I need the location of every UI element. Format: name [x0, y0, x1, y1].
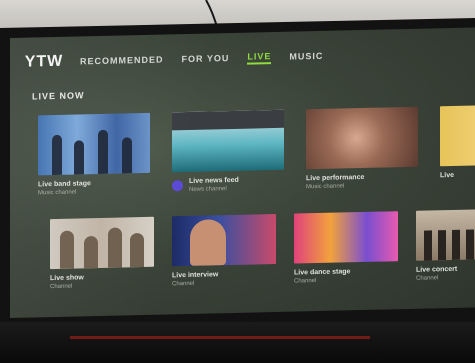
video-thumbnail[interactable] — [416, 208, 475, 261]
channel-name: Channel — [172, 280, 195, 288]
video-title: Live show — [50, 274, 84, 283]
video-card[interactable]: Live — [440, 103, 475, 188]
video-thumbnail[interactable] — [172, 109, 284, 173]
video-card[interactable]: Live interview Channel — [172, 213, 276, 288]
video-thumbnail[interactable] — [306, 106, 418, 170]
video-title: Live concert — [416, 265, 458, 274]
tab-for-you[interactable]: FOR YOU — [182, 53, 230, 64]
nav-tabs: RECOMMENDED FOR YOU LIVE MUSIC — [80, 49, 341, 68]
video-thumbnail[interactable] — [38, 112, 150, 176]
video-title: Live dance stage — [294, 268, 351, 277]
red-light-strip — [70, 336, 370, 339]
video-card[interactable]: Live performance Music channel — [306, 106, 418, 191]
video-card[interactable]: Live dance stage Channel — [294, 211, 398, 285]
video-title: Live band stage — [38, 180, 91, 189]
channel-name: Music channel — [38, 189, 77, 197]
section-title: LIVE NOW — [32, 90, 85, 102]
video-thumbnail[interactable] — [294, 211, 398, 264]
video-title: Live — [440, 171, 455, 180]
channel-avatar — [172, 180, 183, 192]
tv-stand — [0, 322, 475, 363]
video-thumbnail[interactable] — [172, 213, 276, 267]
video-card[interactable]: Live band stage Music channel — [38, 112, 150, 197]
tab-recommended[interactable]: RECOMMENDED — [80, 55, 164, 67]
video-card[interactable]: Live news feed News channel — [172, 109, 284, 194]
tv-screen: YTW RECOMMENDED FOR YOU LIVE MUSIC LIVE … — [10, 27, 475, 319]
channel-name: Channel — [416, 275, 439, 282]
video-card[interactable]: Live show Channel — [50, 216, 154, 291]
tab-music[interactable]: MUSIC — [289, 51, 323, 62]
video-row: Live show Channel Live interview Channel… — [50, 208, 475, 290]
channel-name: News channel — [189, 186, 227, 193]
video-title: Live news feed — [189, 176, 239, 185]
channel-name: Channel — [50, 283, 73, 291]
channel-name: Music channel — [306, 183, 345, 191]
video-title: Live performance — [306, 173, 365, 183]
video-card[interactable]: Live concert Channel — [416, 208, 475, 282]
channel-name: Channel — [294, 278, 317, 285]
video-title: Live interview — [172, 271, 219, 280]
app-logo[interactable]: YTW — [24, 51, 64, 74]
video-thumbnail[interactable] — [50, 216, 154, 270]
top-nav: YTW RECOMMENDED FOR YOU LIVE MUSIC — [24, 44, 341, 73]
video-row: Live band stage Music channel Live news … — [38, 103, 475, 196]
tab-live[interactable]: LIVE — [247, 50, 272, 65]
video-thumbnail[interactable] — [440, 103, 475, 167]
